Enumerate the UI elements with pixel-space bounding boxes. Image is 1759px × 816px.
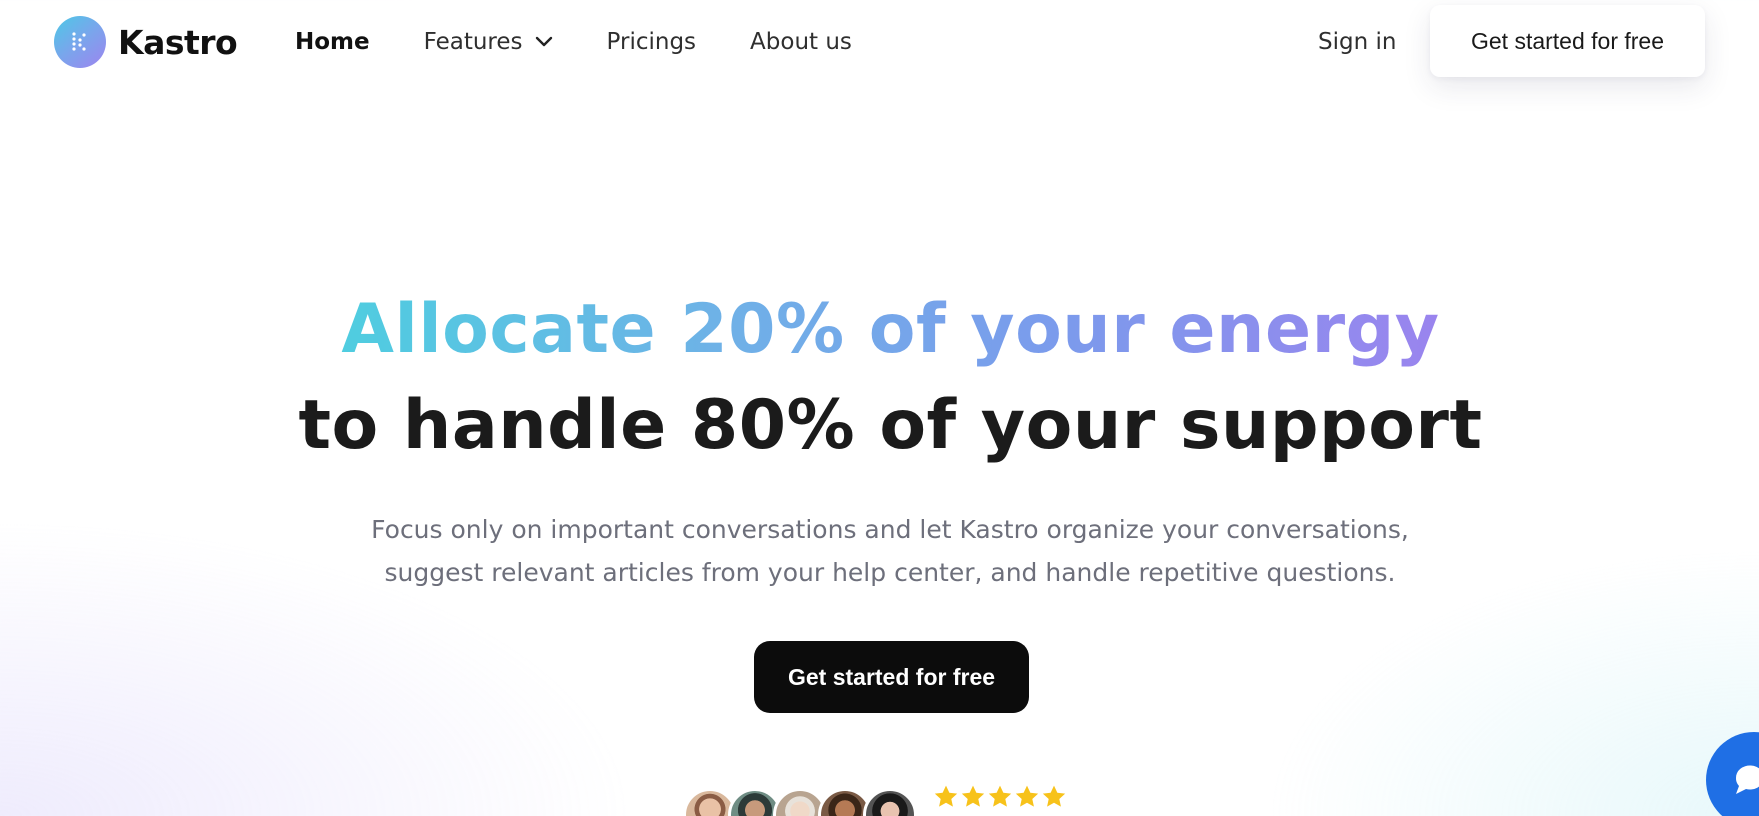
hero-get-started-button[interactable]: Get started for free <box>754 641 1029 713</box>
nav-features[interactable]: Features <box>424 29 553 55</box>
top-navigation: Kastro Home Features Pricings About us S… <box>0 0 1759 84</box>
nav-about-us[interactable]: About us <box>750 29 852 55</box>
nav-get-started-button[interactable]: Get started for free <box>1430 5 1705 77</box>
headline-rest: to handle 80% of your support <box>298 386 1483 465</box>
hero-subtitle: Focus only on important conversations an… <box>371 515 1409 587</box>
star-icon <box>961 785 985 807</box>
avatar <box>863 788 917 816</box>
chat-icon <box>1735 765 1759 794</box>
nav-pricings[interactable]: Pricings <box>607 29 697 55</box>
headline-highlight: Allocate 20% of your energy <box>0 290 1759 370</box>
rating-stars <box>933 784 1068 810</box>
chevron-down-icon <box>535 36 553 48</box>
nav-features-label: Features <box>423 29 523 55</box>
headline-highlight-text: Allocate 20% of your energy <box>341 290 1440 369</box>
star-icon <box>1015 785 1039 807</box>
nav-home[interactable]: Home <box>295 29 370 55</box>
star-icon <box>988 785 1012 807</box>
brand-logo[interactable]: Kastro <box>54 16 238 68</box>
star-icon <box>934 785 958 807</box>
sign-in-link[interactable]: Sign in <box>1318 22 1396 62</box>
brand-name: Kastro <box>118 22 238 62</box>
chat-widget-button[interactable] <box>1706 732 1759 816</box>
main-menu: Home Features Pricings About us <box>295 22 906 62</box>
kastro-logo-icon <box>54 16 106 68</box>
star-icon <box>1042 785 1066 807</box>
